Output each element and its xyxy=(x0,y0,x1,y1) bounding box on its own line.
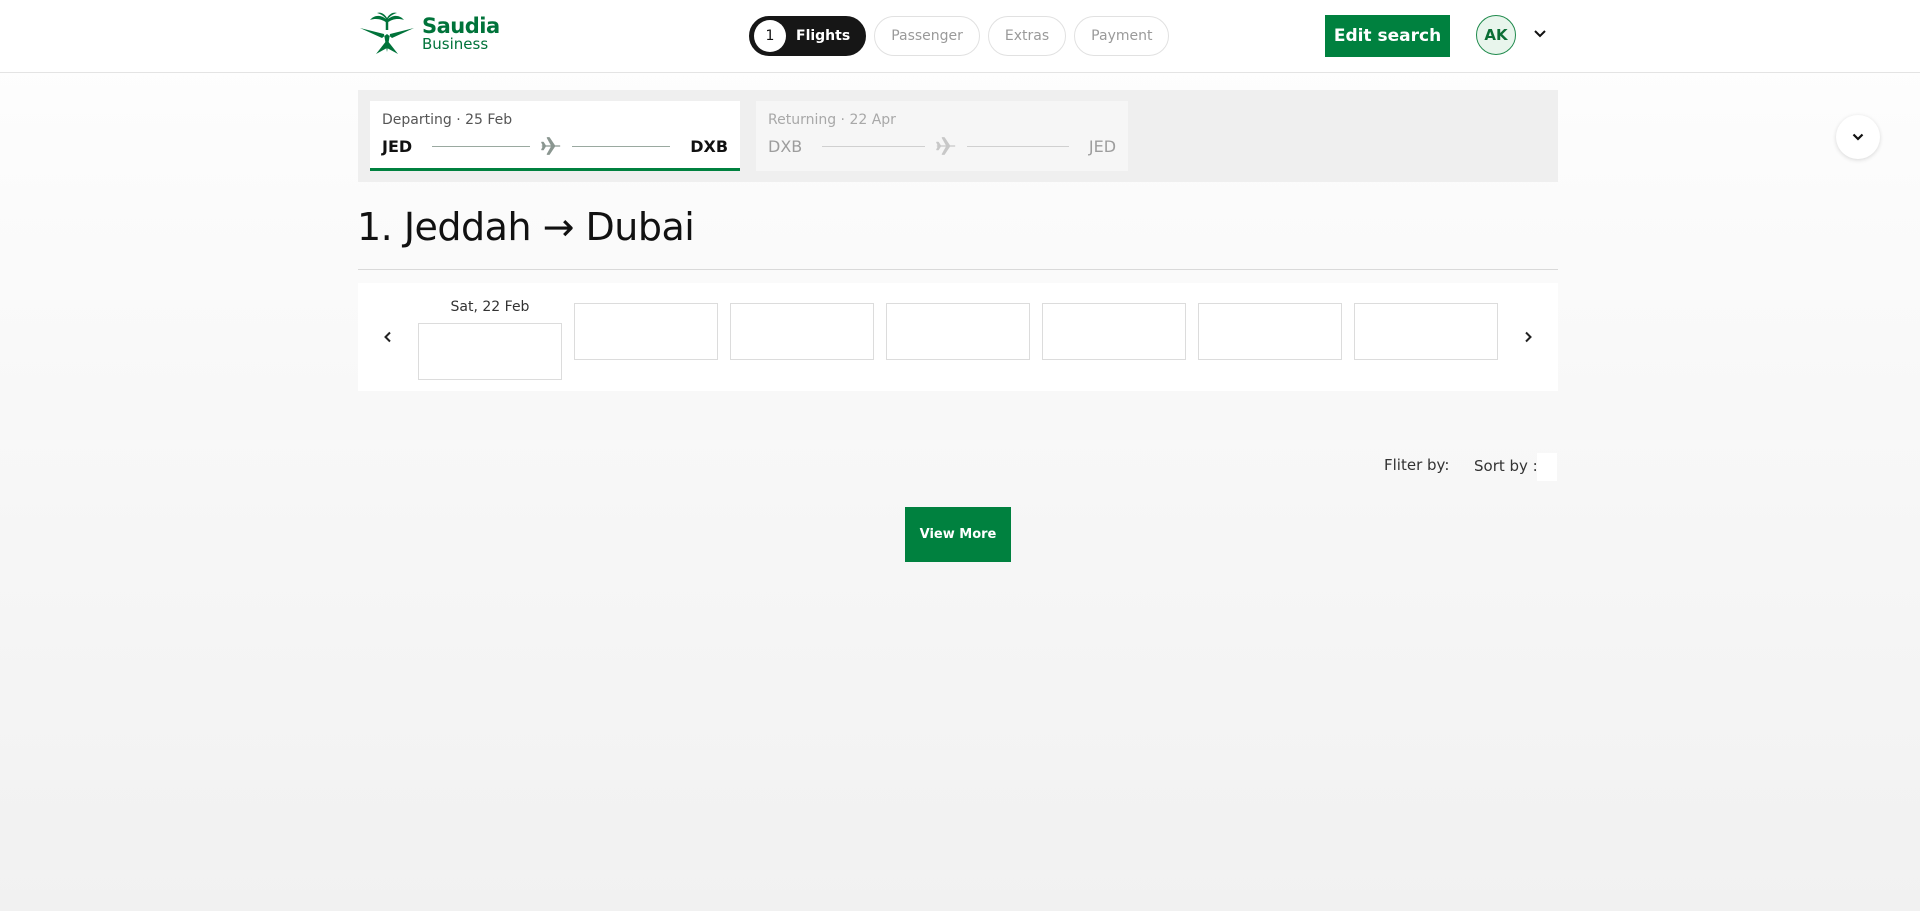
step-flights[interactable]: 1 Flights xyxy=(749,16,867,56)
chevron-down-icon[interactable] xyxy=(1531,25,1549,43)
date-carousel: Sat, 22 Feb xyxy=(358,283,1558,391)
route-line xyxy=(572,145,671,147)
saudia-palm-icon xyxy=(360,12,414,54)
booking-stepper: 1 Flights Passenger Extras Payment xyxy=(749,16,1170,56)
sort-by-label: Sort by : xyxy=(1474,457,1538,475)
carousel-next-button[interactable] xyxy=(1514,323,1542,351)
user-avatar[interactable]: AK xyxy=(1476,15,1516,55)
origin-code: DXB xyxy=(768,136,803,156)
journey-legs-bar: Departing · 25 Feb JED DXB Returning · 2… xyxy=(358,90,1880,182)
date-card[interactable] xyxy=(730,303,874,360)
step-label: Payment xyxy=(1091,28,1153,44)
step-label: Extras xyxy=(1004,28,1050,44)
carousel-prev-button[interactable] xyxy=(374,323,402,351)
origin-code: JED xyxy=(382,136,413,156)
date-card-selected[interactable] xyxy=(418,323,562,380)
edit-search-button[interactable]: Edit search xyxy=(1325,15,1450,57)
saudia-logo[interactable]: Saudia Business xyxy=(358,12,500,56)
view-more-button[interactable]: View More xyxy=(905,507,1011,562)
route-line xyxy=(966,145,1069,147)
route-line xyxy=(432,145,531,147)
step-number: 1 xyxy=(754,20,786,52)
top-header: Saudia Business 1 Flights Passenger Extr… xyxy=(0,0,1920,73)
chevron-left-icon xyxy=(384,331,391,343)
title-divider xyxy=(358,269,1558,270)
step-extras[interactable]: Extras xyxy=(987,16,1067,56)
route-line xyxy=(822,145,925,147)
leg-returning[interactable]: Returning · 22 Apr DXB JED xyxy=(756,101,1128,171)
destination-code: DXB xyxy=(690,136,729,156)
date-card[interactable] xyxy=(1354,303,1498,360)
sort-by-select[interactable] xyxy=(1537,453,1557,481)
step-label: Passenger xyxy=(891,28,963,44)
filter-by-button[interactable]: Fliter by: xyxy=(1384,456,1449,474)
brand-name: Saudia xyxy=(422,14,500,38)
destination-code: JED xyxy=(1088,136,1117,156)
leg-date-label: Departing · 25 Feb xyxy=(382,112,513,128)
leg-date-label: Returning · 22 Apr xyxy=(768,112,896,128)
brand-sub: Business xyxy=(422,35,489,53)
expand-legs-button[interactable] xyxy=(1836,115,1880,159)
leg-departing[interactable]: Departing · 25 Feb JED DXB xyxy=(370,101,740,171)
step-label: Flights xyxy=(796,28,851,44)
date-card[interactable] xyxy=(574,303,718,360)
step-payment[interactable]: Payment xyxy=(1074,16,1170,56)
date-card[interactable] xyxy=(1042,303,1186,360)
step-passenger[interactable]: Passenger xyxy=(874,16,980,56)
leg-route: JED DXB xyxy=(382,135,728,157)
page-title: 1. Jeddah → Dubai xyxy=(357,205,695,249)
chevron-down-icon xyxy=(1852,133,1864,141)
date-card[interactable] xyxy=(1198,303,1342,360)
airplane-icon xyxy=(541,137,561,155)
chevron-right-icon xyxy=(1525,331,1532,343)
selected-date-label: Sat, 22 Feb xyxy=(450,299,530,315)
date-card[interactable] xyxy=(886,303,1030,360)
airplane-icon xyxy=(935,137,955,155)
leg-route: DXB JED xyxy=(768,135,1116,157)
